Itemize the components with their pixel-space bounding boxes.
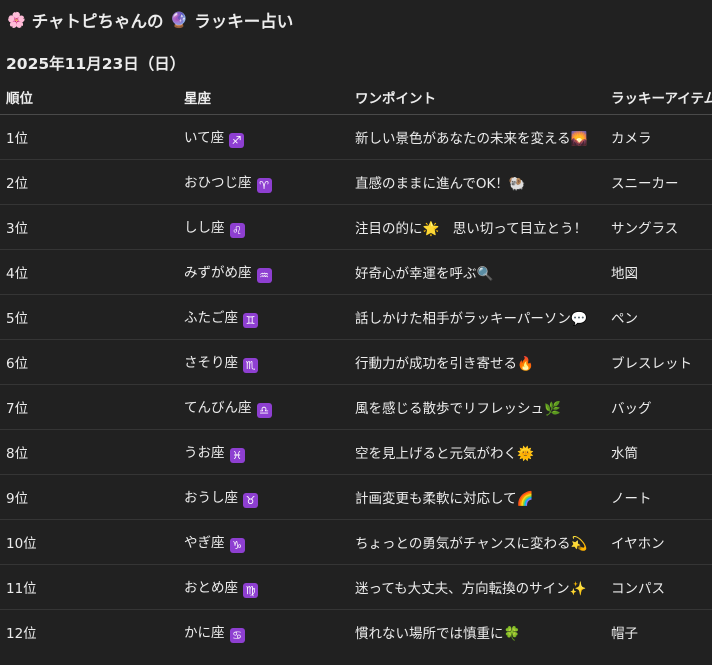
rank-cell: 7位 — [0, 384, 178, 430]
header-item: ラッキーアイテム — [605, 80, 712, 115]
sign-name: おひつじ座 — [184, 175, 252, 191]
sign-name: ふたご座 — [184, 310, 238, 326]
table-row: 1位 いて座 ♐ 新しい景色があなたの未来を変える🌄 カメラ — [0, 114, 712, 160]
tip-cell: 行動力が成功を引き寄せる🔥 — [349, 339, 605, 385]
table-row: 7位 てんびん座 ♎ 風を感じる散歩でリフレッシュ🌿 バッグ — [0, 384, 712, 430]
rank-cell: 4位 — [0, 249, 178, 295]
sign-name: おうし座 — [184, 490, 238, 506]
item-cell: 水筒 — [605, 429, 712, 475]
sign-name: うお座 — [184, 445, 225, 461]
tip-cell: 計画変更も柔軟に対応して🌈 — [349, 474, 605, 520]
tip-cell: 好奇心が幸運を呼ぶ🔍 — [349, 249, 605, 295]
sign-cell: いて座 ♐ — [178, 114, 349, 160]
item-cell: サングラス — [605, 204, 712, 250]
zodiac-cancer-icon: ♋ — [229, 628, 245, 643]
sign-cell: てんびん座 ♎ — [178, 384, 349, 430]
tip-cell: 話しかけた相手がラッキーパーソン💬 — [349, 294, 605, 340]
sign-cell: さそり座 ♏ — [178, 339, 349, 385]
tip-cell: 迷っても大丈夫、方向転換のサイン✨ — [349, 564, 605, 610]
zodiac-aquarius-icon: ♒ — [256, 268, 272, 283]
table-row: 12位 かに座 ♋ 慣れない場所では慎重に🍀 帽子 — [0, 610, 712, 655]
table-row: 3位 しし座 ♌ 注目の的に🌟 思い切って目立とう！ サングラス — [0, 204, 712, 250]
rank-cell: 9位 — [0, 474, 178, 520]
table-row: 2位 おひつじ座 ♈ 直感のままに進んでOK！🐏 スニーカー — [0, 159, 712, 205]
header-rank: 順位 — [0, 80, 178, 115]
item-cell: ノート — [605, 474, 712, 520]
rank-cell: 6位 — [0, 339, 178, 385]
zodiac-virgo-icon: ♍ — [243, 583, 258, 598]
item-cell: 帽子 — [611, 626, 638, 642]
sign-cell: うお座 ♓ — [178, 429, 349, 475]
sign-name: みずがめ座 — [184, 265, 252, 281]
sign-name: かに座 — [184, 625, 225, 641]
rank-cell: 10位 — [0, 519, 178, 565]
table-header-row: 順位 星座 ワンポイント ラッキーアイテム — [0, 80, 712, 115]
sign-cell: おひつじ座 ♈ — [178, 159, 349, 205]
sign-name: やぎ座 — [184, 535, 225, 551]
rank-cell: 11位 — [0, 564, 178, 610]
table-row: 10位 やぎ座 ♑ ちょっとの勇気がチャンスに変わる💫 イヤホン — [0, 519, 712, 565]
sign-cell: しし座 ♌ — [178, 204, 349, 250]
tip-cell: ちょっとの勇気がチャンスに変わる💫 — [349, 519, 605, 565]
sign-cell: おうし座 ♉ — [178, 474, 349, 520]
table-row: 4位 みずがめ座 ♒ 好奇心が幸運を呼ぶ🔍 地図 — [0, 249, 712, 295]
tip-cell: 直感のままに進んでOK！🐏 — [349, 159, 605, 205]
zodiac-aries-icon: ♈ — [256, 178, 272, 193]
zodiac-scorpio-icon: ♏ — [243, 358, 258, 373]
zodiac-gemini-icon: ♊ — [243, 313, 258, 328]
rank-cell: 12位 — [6, 626, 37, 642]
rank-cell: 5位 — [0, 294, 178, 340]
tip-cell: 注目の的に🌟 思い切って目立とう！ — [349, 204, 605, 250]
item-cell: バッグ — [605, 384, 712, 430]
table-row: 9位 おうし座 ♉ 計画変更も柔軟に対応して🌈 ノート — [0, 474, 712, 520]
zodiac-libra-icon: ♎ — [256, 403, 272, 418]
sign-name: しし座 — [184, 220, 225, 236]
rank-cell: 3位 — [0, 204, 178, 250]
sign-cell: かに座 ♋ — [178, 610, 349, 655]
zodiac-pisces-icon: ♓ — [229, 448, 245, 463]
item-cell: ブレスレット — [605, 339, 712, 385]
sign-cell: ふたご座 ♊ — [178, 294, 349, 340]
item-cell: 地図 — [605, 249, 712, 295]
item-cell: イヤホン — [605, 519, 712, 565]
sign-cell: みずがめ座 ♒ — [178, 249, 349, 295]
sign-name: おとめ座 — [184, 580, 238, 596]
tip-cell: 慣れない場所では慎重に🍀 — [355, 626, 521, 642]
cherry-blossom-icon: 🌸 — [7, 11, 26, 29]
item-cell: スニーカー — [605, 159, 712, 205]
zodiac-sagittarius-icon: ♐ — [229, 133, 245, 148]
tip-cell: 新しい景色があなたの未来を変える🌄 — [349, 114, 605, 160]
table-row: 11位 おとめ座 ♍ 迷っても大丈夫、方向転換のサイン✨ コンパス — [0, 564, 712, 610]
item-cell: カメラ — [605, 114, 712, 160]
zodiac-capricorn-icon: ♑ — [229, 538, 245, 553]
tip-cell: 空を見上げると元気がわく🌞 — [349, 429, 605, 475]
sign-cell: やぎ座 ♑ — [178, 519, 349, 565]
header-sign: 星座 — [178, 80, 349, 115]
fortune-table: 順位 星座 ワンポイント ラッキーアイテム 1位 いて座 ♐ 新しい景色があなたの… — [0, 80, 712, 654]
table-row: 6位 さそり座 ♏ 行動力が成功を引き寄せる🔥 ブレスレット — [0, 339, 712, 385]
tip-cell: 風を感じる散歩でリフレッシュ🌿 — [349, 384, 605, 430]
zodiac-leo-icon: ♌ — [229, 223, 245, 238]
title-text-2: ラッキー占い — [194, 12, 294, 31]
table-row: 5位 ふたご座 ♊ 話しかけた相手がラッキーパーソン💬 ペン — [0, 294, 712, 340]
rank-cell: 8位 — [0, 429, 178, 475]
header-tip: ワンポイント — [349, 80, 605, 115]
table-row: 8位 うお座 ♓ 空を見上げると元気がわく🌞 水筒 — [0, 429, 712, 475]
rank-cell: 1位 — [0, 114, 178, 160]
date-heading: 2025年11月23日（日） — [6, 55, 186, 73]
sign-cell: おとめ座 ♍ — [178, 564, 349, 610]
item-cell: ペン — [605, 294, 712, 340]
sign-name: てんびん座 — [184, 400, 252, 416]
item-cell: コンパス — [605, 564, 712, 610]
zodiac-taurus-icon: ♉ — [243, 493, 258, 508]
rank-cell: 2位 — [0, 159, 178, 205]
crystal-ball-icon: 🔮 — [169, 11, 189, 29]
page-title: 🌸 チャトピちゃんの 🔮 ラッキー占い — [7, 7, 293, 33]
title-text-1: チャトピちゃんの — [31, 12, 164, 31]
sign-name: さそり座 — [184, 355, 238, 371]
sign-name: いて座 — [184, 130, 225, 146]
